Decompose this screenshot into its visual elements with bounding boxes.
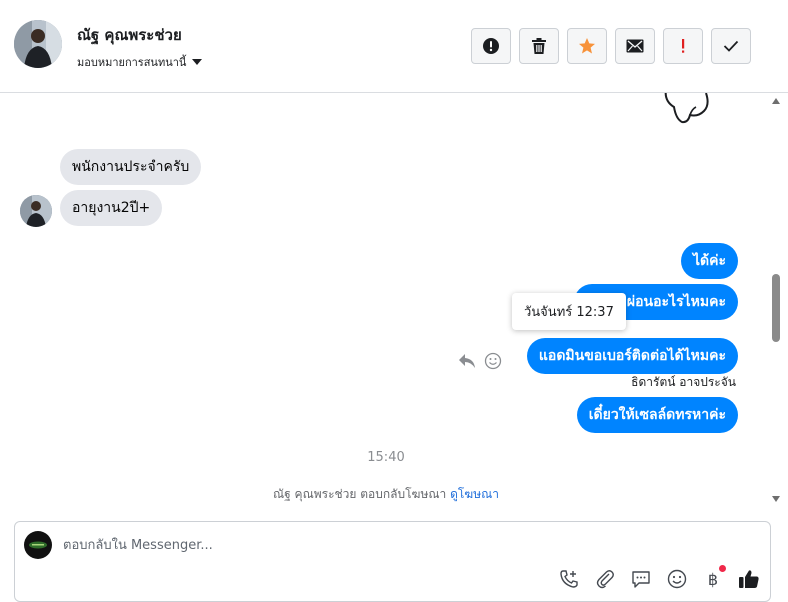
conversation-header: ณัฐ คุณพระช่วย มอบหมายการสนทนานี้ <box>0 0 788 93</box>
baht-symbol: ฿ <box>707 569 719 589</box>
outgoing-message[interactable]: เดี๋ยวให้เซลล์ดทรหาค่ะ <box>576 397 738 433</box>
message-actions <box>458 352 502 370</box>
ad-reply-note: ณัฐ คุณพระช่วย ตอบกลับโฆษณา ดูโฆษณา <box>0 485 772 504</box>
conversation-toolbar <box>471 28 751 64</box>
sticker-image <box>664 93 709 124</box>
scroll-thumb[interactable] <box>772 274 780 342</box>
baht-payment-icon[interactable]: ฿ <box>702 565 726 590</box>
delete-button[interactable] <box>519 28 559 64</box>
exclamation-icon <box>682 39 685 53</box>
notification-dot <box>719 565 726 572</box>
scroll-up-arrow[interactable] <box>772 98 780 104</box>
assign-label: มอบหมายการสนทนานี้ <box>77 56 187 69</box>
trash-icon <box>532 38 546 54</box>
reply-composer: ฿ <box>14 521 771 602</box>
mark-done-button[interactable] <box>711 28 751 64</box>
composer-toolbar: ฿ <box>558 565 760 590</box>
star-icon <box>579 38 595 54</box>
checkmark-icon <box>723 40 739 52</box>
exclamation-circle-icon <box>483 38 499 54</box>
incoming-message[interactable]: อายุงาน2ปี+ <box>60 190 163 226</box>
contact-avatar[interactable] <box>14 20 62 68</box>
assign-conversation-dropdown[interactable]: มอบหมายการสนทนานี้ <box>77 53 203 71</box>
follow-up-button[interactable] <box>663 28 703 64</box>
star-button[interactable] <box>567 28 607 64</box>
message-timestamp-tooltip: วันจันทร์ 12:37 <box>512 293 626 330</box>
reply-icon[interactable] <box>458 353 476 369</box>
ad-reply-text: ณัฐ คุณพระช่วย ตอบกลับโฆษณา <box>272 487 447 501</box>
contact-name: ณัฐ คุณพระช่วย <box>77 26 182 44</box>
outgoing-message[interactable]: ได้ค่ะ <box>680 243 738 279</box>
emoji-icon[interactable] <box>666 568 688 590</box>
sender-name: ธิดารัตน์ อาจประจัน <box>631 375 736 389</box>
outgoing-message[interactable]: แอดมินขอเบอร์ติดต่อได้ไหมคะ <box>526 338 738 374</box>
time-separator: 15:40 <box>367 450 405 465</box>
paperclip-icon[interactable] <box>594 568 616 590</box>
thumbs-up-icon[interactable] <box>738 568 760 590</box>
page-avatar <box>24 531 52 559</box>
report-spam-button[interactable] <box>471 28 511 64</box>
phone-add-icon[interactable] <box>558 568 580 590</box>
mark-unread-button[interactable] <box>615 28 655 64</box>
chevron-down-icon <box>192 59 203 65</box>
view-ad-link[interactable]: ดูโฆษณา <box>450 487 499 501</box>
saved-replies-icon[interactable] <box>630 568 652 590</box>
emoji-reaction-icon[interactable] <box>484 352 502 370</box>
reply-input[interactable] <box>63 534 663 556</box>
message-thread[interactable]: พนักงานประจำครับ อายุงาน2ปี+ ได้ค่ะ มีภา… <box>0 93 772 510</box>
thread-scrollbar[interactable] <box>770 93 782 510</box>
scroll-down-arrow[interactable] <box>772 496 780 502</box>
envelope-icon <box>626 39 644 53</box>
incoming-message[interactable]: พนักงานประจำครับ <box>60 149 202 185</box>
contact-avatar-small <box>20 195 52 227</box>
